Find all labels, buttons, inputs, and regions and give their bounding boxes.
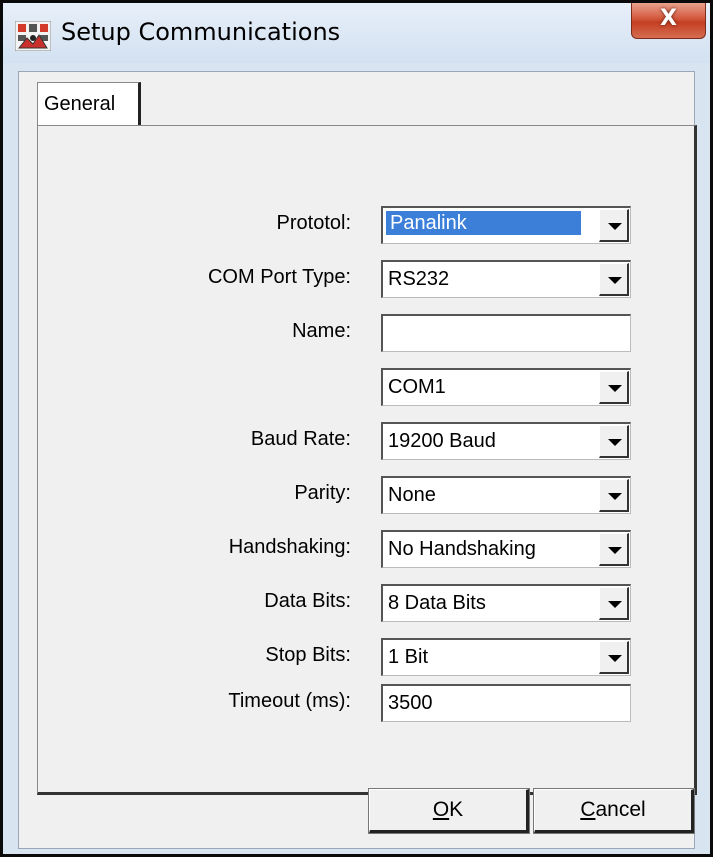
general-tab-panel: Prototol: Panalink COM Port Type: RS232 … <box>37 125 697 795</box>
dropdown-arrow-icon[interactable] <box>599 479 629 512</box>
stop-bits-value: 1 Bit <box>388 646 429 668</box>
window-title: Setup Communications <box>61 18 341 46</box>
protocol-select[interactable]: Panalink <box>381 206 631 244</box>
dropdown-arrow-icon[interactable] <box>599 587 629 620</box>
cancel-button[interactable]: Cancel <box>533 788 695 834</box>
dropdown-arrow-icon[interactable] <box>599 641 629 674</box>
com-port-type-value: RS232 <box>388 268 450 290</box>
parity-value: None <box>388 484 436 506</box>
handshaking-label: Handshaking: <box>228 536 351 558</box>
close-button[interactable]: X <box>631 3 706 39</box>
parity-select[interactable]: None <box>381 476 631 514</box>
timeout-value: 3500 <box>388 692 433 714</box>
baud-rate-value: 19200 Baud <box>388 430 496 452</box>
parity-label: Parity: <box>294 482 351 504</box>
baud-rate-label: Baud Rate: <box>250 428 351 450</box>
dropdown-arrow-icon[interactable] <box>599 533 629 566</box>
protocol-label: Prototol: <box>276 212 351 234</box>
ok-button[interactable]: OK <box>368 788 530 834</box>
handshaking-value: No Handshaking <box>388 538 536 560</box>
dropdown-arrow-icon[interactable] <box>599 425 629 458</box>
dialog-body: General Prototol: Panalink COM Port Type… <box>18 71 697 849</box>
timeout-label: Timeout (ms): <box>228 690 351 712</box>
ok-mnemonic: O <box>432 798 450 821</box>
stop-bits-select[interactable]: 1 Bit <box>381 638 631 676</box>
com-port-type-select[interactable]: RS232 <box>381 260 631 298</box>
name-input[interactable] <box>381 314 631 352</box>
protocol-value: Panalink <box>386 211 581 235</box>
data-bits-label: Data Bits: <box>264 590 351 612</box>
setup-communications-window: Setup Communications X General Prototol:… <box>0 0 713 857</box>
dropdown-arrow-icon[interactable] <box>599 209 629 242</box>
data-bits-select[interactable]: 8 Data Bits <box>381 584 631 622</box>
tab-general[interactable]: General <box>37 82 141 126</box>
com-port-value: COM1 <box>388 376 446 398</box>
name-label: Name: <box>292 320 351 342</box>
ok-label-rest: K <box>449 798 464 821</box>
timeout-input[interactable]: 3500 <box>381 684 631 722</box>
stop-bits-label: Stop Bits: <box>265 644 351 666</box>
dropdown-arrow-icon[interactable] <box>599 371 629 404</box>
data-bits-value: 8 Data Bits <box>388 592 486 614</box>
app-icon <box>15 21 51 51</box>
close-icon: X <box>660 6 677 31</box>
baud-rate-select[interactable]: 19200 Baud <box>381 422 631 460</box>
cancel-label-rest: ancel <box>595 798 646 821</box>
handshaking-select[interactable]: No Handshaking <box>381 530 631 568</box>
cancel-mnemonic: C <box>580 798 596 821</box>
dropdown-arrow-icon[interactable] <box>599 263 629 296</box>
com-port-type-label: COM Port Type: <box>207 266 351 288</box>
com-port-select[interactable]: COM1 <box>381 368 631 406</box>
title-bar[interactable]: Setup Communications X <box>3 3 710 63</box>
